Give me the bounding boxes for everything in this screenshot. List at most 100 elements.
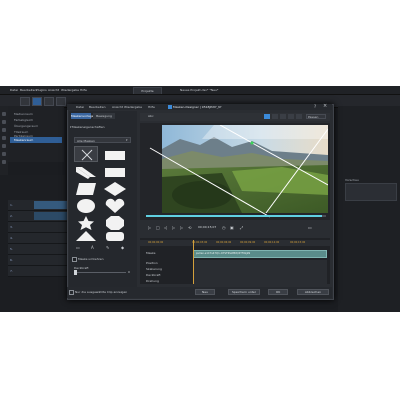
zoom-select[interactable]: Passen [306, 114, 326, 119]
star-icon [78, 216, 94, 230]
dialog-menu-edit[interactable]: Bearbeiten [89, 105, 105, 109]
menu-edit[interactable]: Bearbeiten [20, 88, 36, 92]
preview-box[interactable] [345, 183, 397, 201]
stop-icon[interactable]: □ [156, 225, 160, 230]
fullscreen-icon[interactable]: ⤢ [240, 225, 243, 230]
loop-icon[interactable]: ⟲ [188, 225, 191, 230]
menu-playback[interactable]: Wiedergabe [61, 88, 79, 92]
media-room-button[interactable] [32, 97, 42, 106]
invert-mask-checkbox[interactable] [72, 257, 77, 262]
safe-zone-icon[interactable] [296, 114, 302, 119]
tools-button[interactable] [56, 97, 66, 106]
media-room-icon[interactable] [2, 112, 6, 116]
opacity-value[interactable]: 0 [128, 270, 130, 274]
particle-room-icon[interactable] [2, 136, 6, 140]
dialog-menu-file[interactable]: Datei [76, 105, 84, 109]
brush-tool-icon[interactable]: ◆ [121, 245, 124, 250]
plugin-button[interactable] [44, 97, 54, 106]
save-as-button[interactable]: Speichern unter [228, 289, 260, 295]
close-button[interactable]: × [323, 103, 327, 109]
mask-shape-circle[interactable] [74, 198, 98, 214]
track-number: 3. [10, 225, 13, 229]
mask-shape-none[interactable] [74, 146, 98, 162]
menu-view[interactable]: Ansicht [48, 88, 59, 92]
mask-properties-header[interactable]: Maskeneigenschaften [72, 125, 105, 129]
new-button[interactable]: Neu [195, 289, 215, 295]
pip-room-icon[interactable] [2, 128, 6, 132]
circle-icon [77, 199, 95, 213]
zoom-in-icon[interactable] [280, 114, 286, 119]
property-scale[interactable]: Skalierung [146, 267, 162, 271]
list-item[interactable]: Medienraum [14, 112, 33, 116]
dialog-menu-view[interactable]: Ansicht [112, 105, 123, 109]
mask-shape-star[interactable] [74, 215, 98, 231]
snapshot-icon[interactable]: ▣ [230, 225, 234, 230]
keyframe-track[interactable] [193, 278, 327, 284]
mask-shape-heart[interactable] [103, 198, 127, 214]
cancel-button[interactable]: Abbrechen [297, 289, 329, 295]
bar-icon [105, 168, 125, 177]
list-item[interactable]: Maskenraum [14, 138, 33, 142]
fx-room-icon[interactable] [2, 120, 6, 124]
text-tool-label[interactable]: Abc [148, 114, 154, 118]
property-opacity[interactable]: Deckkraft [146, 273, 161, 277]
mask-shape-triangle[interactable] [74, 230, 98, 242]
menu-help[interactable]: Hilfe [80, 88, 87, 92]
ruler-tick: 00;00;09;00 [240, 241, 256, 244]
playback-controls [140, 222, 330, 234]
ruler-tick: 00;00;06;00 [216, 241, 232, 244]
opacity-slider-handle[interactable] [74, 270, 77, 275]
title-room-icon[interactable] [2, 144, 6, 148]
time-cursor[interactable] [193, 240, 194, 284]
parallelogram-icon [76, 183, 96, 195]
select-tool-icon[interactable] [264, 114, 270, 119]
mask-shape-diagonal[interactable] [74, 164, 98, 180]
property-rotation[interactable]: Drehung [146, 279, 159, 283]
mask-shape-parallelogram[interactable] [74, 181, 98, 197]
transition-room-icon[interactable] [2, 152, 6, 156]
clock-icon[interactable]: ◷ [222, 225, 226, 230]
show-selected-only-checkbox[interactable] [69, 290, 74, 295]
property-position[interactable]: Position [146, 261, 158, 265]
menu-file[interactable]: Datei [10, 88, 18, 92]
timeline-clip[interactable] [34, 212, 67, 220]
tab-motion[interactable]: Bewegung [93, 113, 115, 119]
import-mask-icon[interactable]: ▭ [76, 245, 80, 250]
audio-room-icon[interactable] [2, 160, 6, 164]
previous-frame-icon[interactable]: ◁ [164, 225, 167, 230]
import-media-button[interactable] [20, 97, 30, 106]
help-button[interactable]: ? [314, 104, 316, 109]
dialog-menu-playback[interactable]: Wiedergabe [124, 105, 142, 109]
mask-shape-rounded[interactable] [103, 230, 127, 242]
mask-shape-rectangle[interactable] [103, 146, 127, 162]
ruler-tick: 00;00;03;00 [192, 241, 208, 244]
dialog-menu-help[interactable]: Hilfe [148, 105, 155, 109]
mask-shape-diamond[interactable] [103, 181, 127, 197]
list-item[interactable]: Übergangsraum [14, 124, 38, 128]
ruler-tick: 00;00;12;00 [264, 241, 280, 244]
tab-mask-templates[interactable]: Maskenvorlagen [71, 113, 96, 119]
text-mask-icon[interactable]: A [91, 245, 94, 250]
heart-icon [105, 198, 125, 213]
next-frame-icon[interactable]: ▷ [172, 225, 175, 230]
play-icon[interactable]: ▷ [148, 225, 151, 230]
menu-plugins[interactable]: Plugins [36, 88, 47, 92]
mask-shape-bar[interactable] [103, 164, 127, 180]
mask-filter-select[interactable]: Alle Masken [74, 137, 131, 143]
fast-forward-icon[interactable]: ▷ [180, 225, 183, 230]
list-item[interactable]: Farbabgleich [14, 118, 33, 122]
app-logo-icon [168, 105, 172, 109]
right-panel [338, 106, 400, 312]
rounded-rect-icon [106, 232, 124, 241]
timeline-clip[interactable] [34, 201, 67, 209]
mask-shape-octagon[interactable] [103, 215, 127, 231]
ok-button[interactable]: OK [268, 289, 288, 295]
opacity-slider[interactable] [74, 272, 126, 273]
ruler-tick: 00;00;00;00 [148, 241, 164, 244]
mask-clip[interactable]: pullen-s1C7s47Q1-O7ST6SW8W/4T5WjkN [193, 250, 327, 258]
pen-tool-icon[interactable]: ✎ [106, 245, 109, 250]
monitor-icon[interactable]: ▭ [308, 225, 312, 230]
hand-tool-icon[interactable] [272, 114, 278, 119]
zoom-out-icon[interactable] [288, 114, 294, 119]
x-mark-icon [81, 149, 93, 161]
